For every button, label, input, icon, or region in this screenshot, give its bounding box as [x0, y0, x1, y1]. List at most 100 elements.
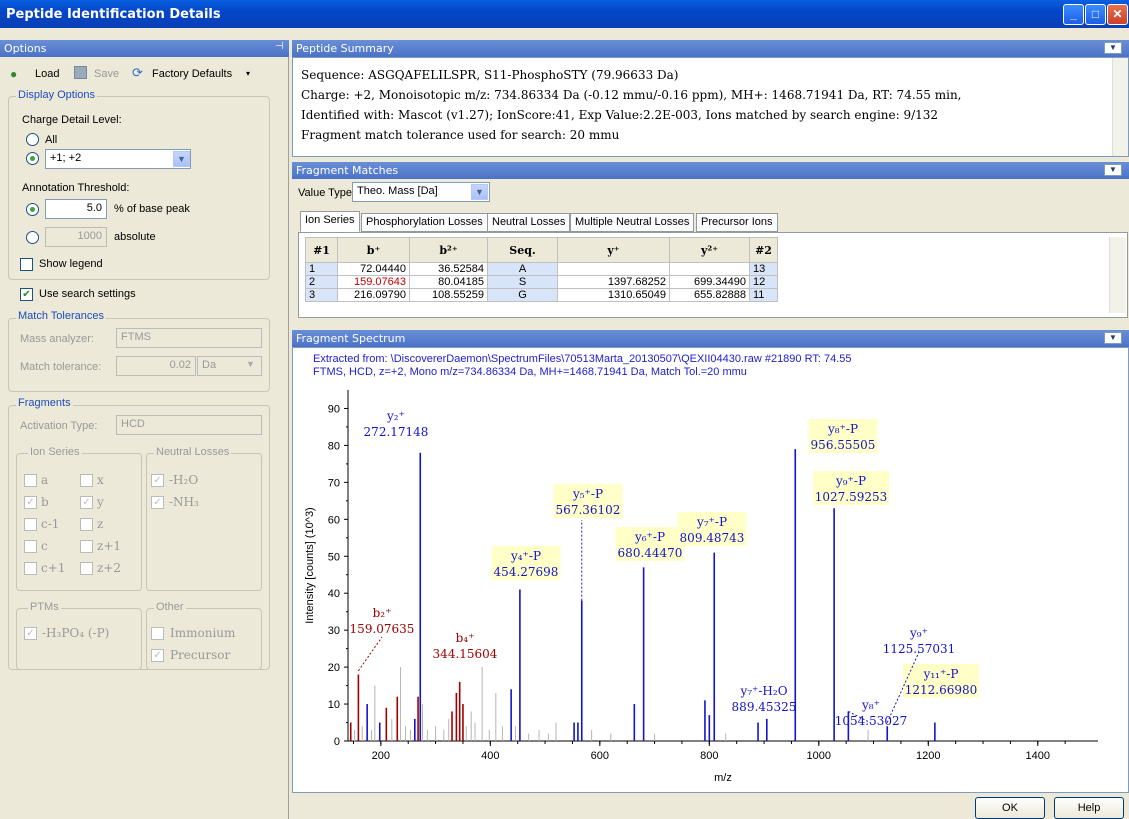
mass-analyzer-label: Mass analyzer: — [20, 333, 94, 345]
phospho-loss-checkbox[interactable]: ✓ — [24, 627, 37, 640]
ion-z+2-checkbox[interactable] — [80, 562, 93, 575]
show-legend-checkbox[interactable] — [20, 258, 33, 271]
y-tick-label: 40 — [328, 588, 340, 600]
charge-select[interactable]: +1; +2 — [45, 149, 191, 169]
absolute-input[interactable]: 1000 — [45, 227, 107, 247]
spectrum-source-info: Extracted from: \DiscovererDaemon\Spectr… — [313, 353, 852, 365]
column-header[interactable]: #2 — [749, 237, 778, 263]
tab-precursor-ions[interactable]: Precursor Ions — [696, 213, 778, 232]
ion-x-checkbox[interactable] — [80, 474, 93, 487]
value-type-select[interactable]: Theo. Mass [Da] — [352, 182, 490, 202]
table-scrollbar[interactable] — [1109, 237, 1126, 313]
summary-line-tolerance: Fragment match tolerance used for search… — [301, 128, 620, 142]
precursor-checkbox[interactable]: ✓ — [151, 649, 164, 662]
match-tolerances-title: Match Tolerances — [16, 310, 107, 322]
ion-c-checkbox[interactable] — [24, 540, 37, 553]
charge-level-label: Charge Detail Level: — [22, 114, 122, 126]
y-tick-label: 70 — [328, 477, 340, 489]
tab-neutral-losses[interactable]: Neutral Losses — [487, 213, 571, 232]
y-tick-label: 60 — [328, 514, 340, 526]
pin-icon[interactable]: ⊣ — [275, 41, 284, 52]
column-header[interactable]: y²⁺ — [669, 237, 750, 263]
match-tolerance-input[interactable]: 0.02 — [116, 356, 196, 376]
charge-select-radio[interactable] — [26, 152, 39, 165]
ion-b-label: b — [41, 495, 49, 509]
ion-z-label: z — [97, 517, 104, 531]
ion-z+1-checkbox[interactable] — [80, 540, 93, 553]
y-axis-label: Intensity [counts] (10^3) — [304, 507, 316, 623]
chevron-down-icon[interactable]: ▾ — [246, 69, 250, 78]
ammonia-loss-checkbox[interactable]: ✓ — [151, 496, 164, 509]
table-row[interactable]: 1 72.04440 36.52584 A 13 — [305, 262, 778, 276]
chevron-down-icon[interactable]: ▼ — [1104, 164, 1122, 176]
minimize-button[interactable]: _ — [1063, 4, 1084, 25]
absolute-value: 1000 — [77, 230, 102, 242]
ion-z-checkbox[interactable] — [80, 518, 93, 531]
immonium-checkbox[interactable] — [151, 627, 164, 640]
peak-label-mz: 809.48743 — [680, 531, 745, 545]
close-button[interactable]: ✕ — [1107, 4, 1128, 25]
chevron-down-icon[interactable]: ▼ — [1104, 332, 1122, 344]
ok-button[interactable]: OK — [975, 797, 1045, 819]
factory-defaults-button[interactable]: Factory Defaults — [152, 68, 232, 80]
table-cell: 159.07643 — [337, 275, 410, 289]
activation-type-field[interactable]: HCD — [116, 415, 262, 435]
mass-analyzer-field[interactable]: FTMS — [116, 328, 262, 348]
ion-c-1-checkbox[interactable] — [24, 518, 37, 531]
help-button[interactable]: Help — [1054, 797, 1124, 819]
column-header[interactable]: b⁺ — [337, 237, 410, 263]
spectrum-header-label: Fragment Spectrum — [296, 332, 406, 345]
peak-label-mz: 344.15604 — [433, 647, 498, 661]
ion-b-checkbox[interactable]: ✓ — [24, 496, 37, 509]
ion-y-checkbox[interactable]: ✓ — [80, 496, 93, 509]
absolute-radio[interactable] — [26, 231, 39, 244]
table-row[interactable]: 2 159.07643 80.04185 S 1397.68252 699.34490 12 — [305, 275, 778, 289]
tab-multiple-neutral-losses[interactable]: Multiple Neutral Losses — [570, 213, 695, 232]
activation-type-value: HCD — [121, 418, 145, 430]
value-type-value: Theo. Mass [Da] — [357, 185, 438, 197]
table-row[interactable]: 3 216.09790 108.55259 G 1310.65049 655.82888 1… — [305, 288, 778, 302]
table-cell — [557, 262, 670, 276]
match-tolerance-value: 0.02 — [169, 359, 191, 371]
peak-label-ion: y₈⁺ — [861, 698, 880, 712]
peak-label-mz: 680.44470 — [618, 546, 683, 560]
column-header[interactable]: b²⁺ — [409, 237, 488, 263]
chevron-down-icon[interactable]: ▼ — [471, 184, 488, 200]
use-search-settings-checkbox[interactable]: ✔ — [20, 288, 33, 301]
save-button[interactable]: Save — [94, 68, 119, 80]
charge-select-value: +1; +2 — [50, 152, 82, 164]
table-cell: 72.04440 — [337, 262, 410, 276]
peak-label-ion: y₈⁺-P — [827, 422, 858, 436]
window-titlebar: Peptide Identification Details — [0, 0, 1129, 28]
summary-header-label: Peptide Summary — [296, 42, 394, 55]
immonium-label: Immonium — [170, 626, 236, 640]
charge-all-radio[interactable] — [26, 133, 39, 146]
table-cell: 655.82888 — [669, 288, 750, 302]
ion-c+1-checkbox[interactable] — [24, 562, 37, 575]
ion-a-checkbox[interactable] — [24, 474, 37, 487]
chevron-down-icon[interactable]: ▼ — [246, 359, 255, 369]
peak-label-mz: 889.45325 — [732, 700, 797, 714]
column-header[interactable]: Seq. — [487, 237, 558, 263]
column-header[interactable]: y⁺ — [557, 237, 670, 263]
maximize-button[interactable]: □ — [1085, 4, 1106, 25]
save-icon — [74, 66, 87, 79]
summary-scrollbar[interactable] — [1112, 58, 1128, 156]
other-title: Other — [154, 601, 186, 613]
peak-label-ion: y₁₁⁺-P — [923, 667, 959, 681]
summary-line-sequence: Sequence: ASGQAFELILSPR, S11-PhosphoSTY … — [301, 68, 679, 82]
peak-label-ion: y₉⁺ — [909, 626, 928, 640]
peak-label-ion: y₄⁺-P — [510, 549, 541, 563]
tab-phosphorylation-losses[interactable]: Phosphorylation Losses — [361, 213, 488, 232]
chevron-down-icon[interactable]: ▼ — [1104, 42, 1122, 54]
y-tick-label: 80 — [328, 440, 340, 452]
load-button[interactable]: Load — [35, 68, 59, 80]
chevron-down-icon[interactable]: ▼ — [173, 151, 190, 167]
table-cell: 216.09790 — [337, 288, 410, 302]
table-cell: 1397.68252 — [557, 275, 670, 289]
tab-ion-series[interactable]: Ion Series — [300, 211, 360, 232]
column-header[interactable]: #1 — [305, 237, 338, 263]
percent-input[interactable]: 5.0 — [45, 199, 107, 219]
water-loss-checkbox[interactable]: ✓ — [151, 474, 164, 487]
percent-radio[interactable] — [26, 203, 39, 216]
